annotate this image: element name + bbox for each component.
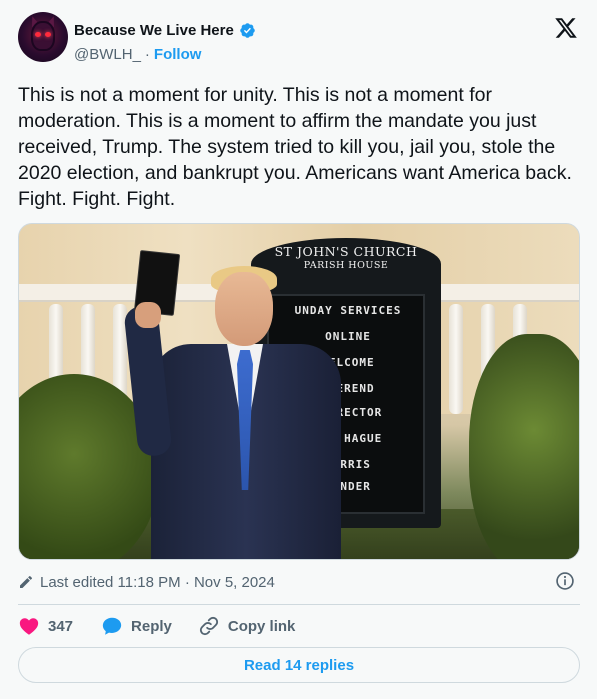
separator-dot: · [144,45,150,63]
heart-icon [19,618,39,635]
author-handle[interactable]: @BWLH_ [74,46,141,63]
x-logo-icon[interactable] [554,16,578,40]
link-icon [199,616,218,636]
like-button[interactable]: 347 [18,615,73,637]
tweet-photo[interactable]: ST JOHN'S CHURCH PARISH HOUSE UNDAY SERV… [18,223,580,560]
verified-badge-icon [240,22,255,38]
person-head [215,272,273,346]
edited-label: Last edited 11:18 PM · Nov 5, 2024 [40,573,275,591]
speech-bubble-icon [102,617,122,635]
tweet-header: Because We Live Here @BWLH_ · Follow [18,12,580,66]
person-hand [135,302,161,328]
edited-timestamp[interactable]: Last edited 11:18 PM · Nov 5, 2024 [18,571,275,593]
author-name-row: Because We Live Here [74,19,256,41]
sign-title: ST JOHN'S CHURCH [274,244,418,259]
avatar[interactable] [18,12,68,62]
avatar-eye-left [35,32,41,37]
reply-label: Reply [131,617,172,635]
avatar-eye-right [45,32,51,37]
photo-baluster [449,304,463,414]
follow-button[interactable]: Follow [154,46,202,63]
copy-link-label: Copy link [227,617,296,635]
tweet-card: Because We Live Here @BWLH_ · Follow Thi… [0,0,597,699]
avatar-face [31,21,55,51]
tweet-text: This is not a moment for unity. This is … [18,84,572,210]
read-replies-button[interactable]: Read 14 replies [18,647,580,683]
pencil-icon [20,575,33,588]
action-bar: 347 Reply Copy link [18,614,295,638]
photo-bush-right [469,334,579,559]
reply-button[interactable]: Reply [101,615,172,637]
author-handle-row: @BWLH_ · Follow [74,44,201,64]
divider [18,604,580,605]
author-name[interactable]: Because We Live Here [74,22,234,39]
copy-link-button[interactable]: Copy link [198,615,296,637]
photo-person [123,250,341,559]
info-icon[interactable] [555,571,575,591]
likes-count: 347 [48,617,74,635]
